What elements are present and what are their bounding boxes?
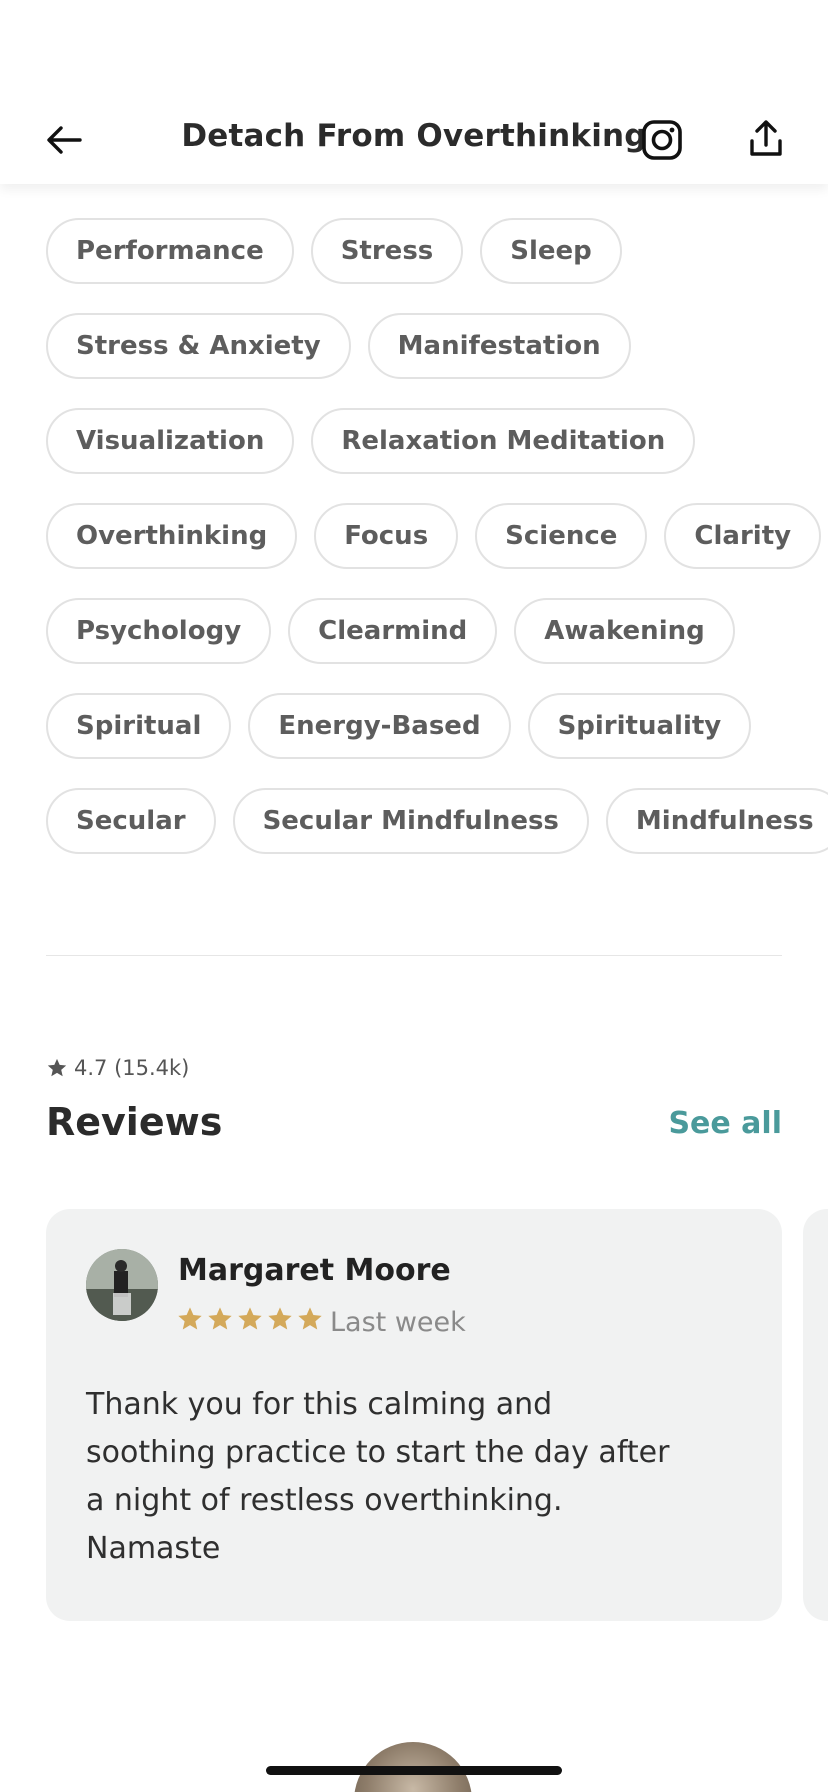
section-divider (46, 955, 782, 956)
tag-chip[interactable]: Spiritual (46, 693, 232, 759)
tag-chip[interactable]: Relaxation Meditation (311, 408, 696, 474)
instagram-icon (642, 120, 682, 160)
page: Detach From Overthinking Performance Str… (0, 0, 828, 1792)
star-icon (298, 1307, 322, 1330)
reviewer-name: Margaret Moore (178, 1253, 451, 1288)
tag-chip[interactable]: Manifestation (367, 313, 631, 379)
tag-chip[interactable]: Clearmind (288, 598, 498, 664)
see-all-link[interactable]: See all (668, 1106, 782, 1141)
tag-list: Performance Stress Sleep Stress & Anxiet… (46, 218, 828, 883)
share-button[interactable] (742, 114, 790, 164)
tag-row: Secular Secular Mindfulness Mindfulness (46, 788, 828, 854)
star-icon (268, 1307, 292, 1330)
tag-chip[interactable]: Secular (46, 788, 216, 854)
tag-chip[interactable]: Visualization (46, 408, 295, 474)
next-review-card[interactable] (803, 1209, 828, 1621)
tag-row: Psychology Clearmind Awakening (46, 598, 786, 664)
review-date: Last week (330, 1307, 466, 1338)
review-card[interactable]: Margaret Moore Last week Thank you for t… (46, 1209, 782, 1621)
tag-chip[interactable]: Focus (314, 503, 459, 569)
tag-chip[interactable]: Stress & Anxiety (46, 313, 351, 379)
tag-chip[interactable]: Energy-Based (248, 693, 511, 759)
tag-row: Performance Stress Sleep (46, 218, 786, 284)
tag-chip[interactable]: Sleep (480, 218, 622, 284)
tag-row: Visualization Relaxation Meditation (46, 408, 786, 474)
tag-chip[interactable]: Awakening (514, 598, 735, 664)
header: Detach From Overthinking (0, 0, 828, 184)
tag-row: Stress & Anxiety Manifestation (46, 313, 786, 379)
star-rating (176, 1305, 324, 1333)
tag-chip[interactable]: Performance (46, 218, 294, 284)
tag-chip[interactable]: Secular Mindfulness (232, 788, 589, 854)
star-icon (208, 1307, 232, 1330)
review-text: Thank you for this calming and soothing … (86, 1387, 670, 1566)
tag-chip[interactable]: Psychology (46, 598, 272, 664)
tag-chip[interactable]: Science (475, 503, 648, 569)
tag-row: Spiritual Energy-Based Spirituality (46, 693, 786, 759)
reviews-heading: Reviews (46, 1100, 223, 1144)
star-icon (238, 1307, 262, 1330)
rating-summary: 4.7 (15.4k) (46, 1056, 189, 1080)
tag-chip[interactable]: Spirituality (527, 693, 752, 759)
star-icon (178, 1307, 202, 1330)
page-title: Detach From Overthinking (181, 118, 647, 154)
instagram-button[interactable] (638, 116, 686, 164)
rating-value: 4.7 (15.4k) (74, 1056, 190, 1080)
avatar (86, 1249, 158, 1321)
tag-chip[interactable]: Mindfulness (605, 788, 828, 854)
tag-row: Overthinking Focus Science Clarity (46, 503, 822, 569)
share-icon (750, 120, 782, 156)
tag-chip[interactable]: Stress (310, 218, 464, 284)
tag-chip[interactable]: Clarity (664, 503, 822, 569)
star-icon (47, 1058, 67, 1077)
home-indicator (266, 1766, 562, 1775)
person-photo-icon (86, 1249, 158, 1321)
tag-chip[interactable]: Overthinking (46, 503, 298, 569)
